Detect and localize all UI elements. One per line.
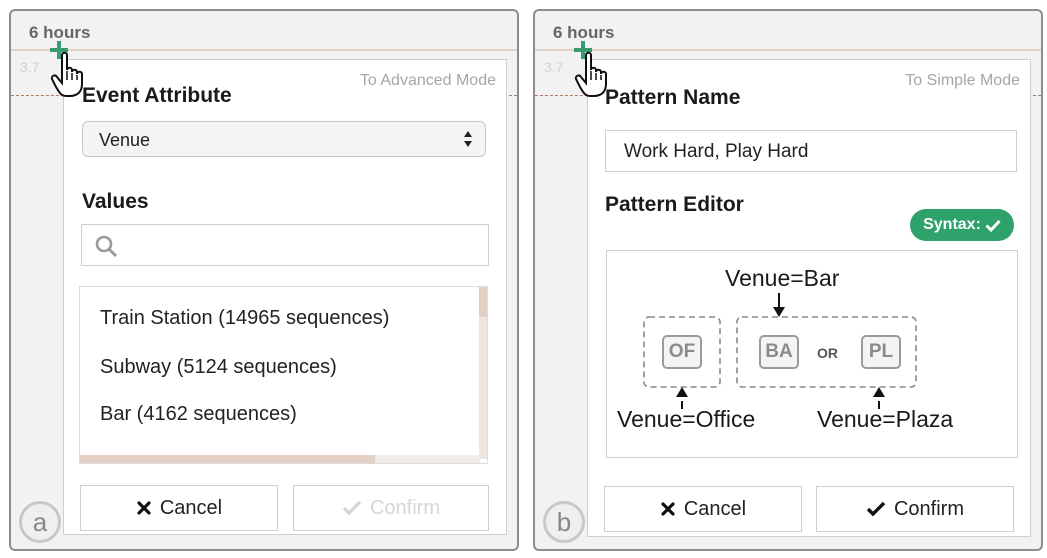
pattern-name-input[interactable]: Work Hard, Play Hard xyxy=(605,130,1017,172)
advanced-mode-link[interactable]: To Advanced Mode xyxy=(360,72,496,90)
confirm-label: Confirm xyxy=(369,496,440,519)
plaza-annotation-arrowhead xyxy=(873,387,885,397)
values-heading: Values xyxy=(82,190,149,213)
or-operator: OR xyxy=(817,345,838,361)
panel-label-badge: a xyxy=(19,501,61,543)
values-list[interactable]: Train Station (14965 sequences) Subway (… xyxy=(79,286,488,464)
attribute-select-value: Venue xyxy=(99,130,151,150)
syntax-status-badge: Syntax: xyxy=(910,209,1014,241)
bar-annotation-arrowhead xyxy=(773,307,785,317)
confirm-button-disabled[interactable]: Confirm xyxy=(293,485,489,531)
panel-label-badge: b xyxy=(543,501,585,543)
timeline-duration-label: 6 hours xyxy=(553,23,615,42)
values-vertical-scrollbar[interactable] xyxy=(479,287,487,459)
cancel-label: Cancel xyxy=(683,497,747,520)
horizontal-scroll-thumb[interactable] xyxy=(80,455,375,463)
panel-a: 6 hours 3.7 To Advanced Mode Event Attri… xyxy=(9,9,519,551)
value-item-bar[interactable]: Bar (4162 sequences) xyxy=(100,403,297,426)
timeline-duration-label: 6 hours xyxy=(29,23,91,42)
panel-b: 6 hours 3.7 To Simple Mode Pattern Name … xyxy=(533,9,1043,551)
check-icon xyxy=(985,219,1001,232)
event-attribute-heading: Event Attribute xyxy=(82,84,232,107)
pattern-popup-advanced: To Simple Mode Pattern Name Work Hard, P… xyxy=(587,59,1031,537)
confirm-label: Confirm xyxy=(893,497,964,520)
select-updown-icon xyxy=(464,131,472,147)
plaza-annotation: Venue=Plaza xyxy=(817,406,954,432)
pointer-hand-icon xyxy=(50,51,83,97)
value-item-train-station[interactable]: Train Station (14965 sequences) xyxy=(100,307,389,330)
confirm-button[interactable]: Confirm xyxy=(816,486,1014,532)
attribute-select[interactable]: Venue xyxy=(82,121,486,157)
check-icon xyxy=(866,501,886,517)
close-icon xyxy=(661,502,675,516)
office-annotation-arrowhead xyxy=(676,387,688,397)
pattern-editor-canvas[interactable]: Venue=Bar OF BA OR PL Venue=Office Venue… xyxy=(606,250,1018,458)
pattern-editor-heading: Pattern Editor xyxy=(605,193,744,216)
timeline-value: 3.7 xyxy=(544,59,564,75)
pattern-name-heading: Pattern Name xyxy=(605,86,741,109)
simple-mode-link[interactable]: To Simple Mode xyxy=(905,72,1020,90)
vertical-scroll-thumb[interactable] xyxy=(479,287,487,317)
value-item-subway[interactable]: Subway (5124 sequences) xyxy=(100,356,337,379)
cancel-button[interactable]: Cancel xyxy=(80,485,278,531)
bar-annotation: Venue=Bar xyxy=(725,265,840,291)
pointer-hand-icon xyxy=(574,51,607,97)
values-horizontal-scrollbar[interactable] xyxy=(80,455,480,463)
cancel-button[interactable]: Cancel xyxy=(604,486,802,532)
office-chip[interactable]: OF xyxy=(662,335,702,369)
bar-chip[interactable]: BA xyxy=(759,335,799,369)
plaza-chip[interactable]: PL xyxy=(861,335,901,369)
close-icon xyxy=(137,501,151,515)
cancel-label: Cancel xyxy=(159,496,223,519)
timeline-value: 3.7 xyxy=(20,59,40,75)
search-icon xyxy=(95,235,118,258)
syntax-label: Syntax: xyxy=(923,216,981,233)
values-search-input[interactable] xyxy=(81,224,489,266)
check-icon xyxy=(342,500,362,516)
office-annotation: Venue=Office xyxy=(617,406,756,432)
pattern-popup-simple: To Advanced Mode Event Attribute Venue V… xyxy=(63,59,507,535)
